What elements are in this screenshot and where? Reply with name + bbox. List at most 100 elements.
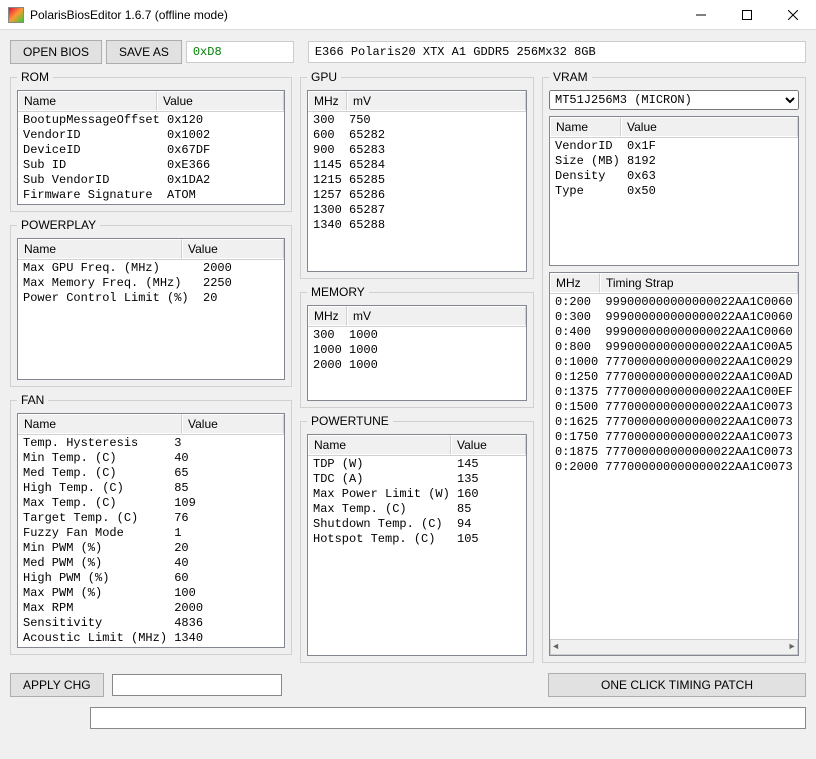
rom-list[interactable]: Name Value BootupMessageOffset 0x120Vend… bbox=[17, 90, 285, 205]
col-header[interactable]: Timing Strap bbox=[600, 273, 798, 293]
list-item[interactable]: 900 65283 bbox=[308, 143, 526, 158]
list-item[interactable]: High PWM (%) 60 bbox=[18, 571, 284, 586]
list-item[interactable]: 0:1750 777000000000000022AA1C0073 bbox=[550, 430, 798, 445]
hex-field[interactable]: 0xD8 bbox=[186, 41, 294, 63]
list-item[interactable]: Acoustic Limit (MHz) 1340 bbox=[18, 631, 284, 646]
col-header[interactable]: Value bbox=[621, 117, 798, 137]
list-item[interactable]: 300 750 bbox=[308, 113, 526, 128]
list-item[interactable]: VendorID 0x1002 bbox=[18, 128, 284, 143]
list-item[interactable]: Max Memory Freq. (MHz) 2250 bbox=[18, 276, 284, 291]
list-item[interactable]: 0:200 999000000000000022AA1C0060 bbox=[550, 295, 798, 310]
list-item[interactable]: 0:1875 777000000000000022AA1C0073 bbox=[550, 445, 798, 460]
list-item[interactable]: Max RPM 2000 bbox=[18, 601, 284, 616]
col-header[interactable]: mV bbox=[347, 91, 526, 111]
col-header[interactable]: MHz bbox=[550, 273, 600, 293]
list-item[interactable]: BootupMessageOffset 0x120 bbox=[18, 113, 284, 128]
horizontal-scrollbar[interactable]: ◄► bbox=[550, 639, 798, 655]
vram-legend: VRAM bbox=[549, 70, 592, 84]
list-item[interactable]: 1340 65288 bbox=[308, 218, 526, 233]
list-item[interactable]: 0:2000 777000000000000022AA1C0073 bbox=[550, 460, 798, 475]
status-text-field[interactable] bbox=[90, 707, 806, 729]
list-item[interactable]: 1000 1000 bbox=[308, 343, 526, 358]
list-item[interactable]: 1145 65284 bbox=[308, 158, 526, 173]
open-bios-button[interactable]: OPEN BIOS bbox=[10, 40, 102, 64]
list-item[interactable]: DeviceID 0x67DF bbox=[18, 143, 284, 158]
list-item[interactable]: Med PWM (%) 40 bbox=[18, 556, 284, 571]
list-item[interactable]: 600 65282 bbox=[308, 128, 526, 143]
list-item[interactable]: Temp. Hysteresis 3 bbox=[18, 436, 284, 451]
timing-list[interactable]: MHz Timing Strap 0:200 99900000000000002… bbox=[549, 272, 799, 656]
gpu-list[interactable]: MHz mV 300 750600 65282900 652831145 652… bbox=[307, 90, 527, 272]
list-item[interactable]: Min PWM (%) 20 bbox=[18, 541, 284, 556]
list-item[interactable]: Max Temp. (C) 85 bbox=[308, 502, 526, 517]
list-item[interactable]: High Temp. (C) 85 bbox=[18, 481, 284, 496]
col-header[interactable]: Value bbox=[182, 239, 284, 259]
col-header[interactable]: Value bbox=[182, 414, 284, 434]
col-header[interactable]: MHz bbox=[308, 91, 347, 111]
list-item[interactable]: Density 0x63 bbox=[550, 169, 798, 184]
col-header[interactable]: Name bbox=[550, 117, 621, 137]
fan-list[interactable]: Name Value Temp. Hysteresis 3Min Temp. (… bbox=[17, 413, 285, 648]
vram-group: VRAM MT51J256M3 (MICRON) Name Value Vend… bbox=[542, 70, 806, 663]
col-header[interactable]: Value bbox=[157, 91, 284, 111]
maximize-button[interactable] bbox=[724, 0, 770, 30]
close-button[interactable] bbox=[770, 0, 816, 30]
list-item[interactable]: Min Temp. (C) 40 bbox=[18, 451, 284, 466]
list-item[interactable]: 1300 65287 bbox=[308, 203, 526, 218]
list-item[interactable]: 0:1250 777000000000000022AA1C00AD bbox=[550, 370, 798, 385]
col-header[interactable]: MHz bbox=[308, 306, 347, 326]
list-item[interactable]: 0:1375 777000000000000022AA1C00EF bbox=[550, 385, 798, 400]
one-click-timing-button[interactable]: ONE CLICK TIMING PATCH bbox=[548, 673, 806, 697]
memory-list[interactable]: MHz mV 300 10001000 10002000 1000 bbox=[307, 305, 527, 401]
description-field[interactable]: E366 Polaris20 XTX A1 GDDR5 256Mx32 8GB bbox=[308, 41, 806, 63]
col-header[interactable]: Name bbox=[18, 91, 157, 111]
list-item[interactable]: Sub VendorID 0x1DA2 bbox=[18, 173, 284, 188]
powertune-legend: POWERTUNE bbox=[307, 414, 393, 428]
list-item[interactable]: Max PWM (%) 100 bbox=[18, 586, 284, 601]
list-item[interactable]: Max Power Limit (W) 160 bbox=[308, 487, 526, 502]
list-item[interactable]: Size (MB) 8192 bbox=[550, 154, 798, 169]
list-item[interactable]: 1257 65286 bbox=[308, 188, 526, 203]
powertune-list[interactable]: Name Value TDP (W) 145TDC (A) 135Max Pow… bbox=[307, 434, 527, 656]
save-as-button[interactable]: SAVE AS bbox=[106, 40, 182, 64]
list-item[interactable]: 0:800 999000000000000022AA1C00A5 bbox=[550, 340, 798, 355]
apply-text-field[interactable] bbox=[112, 674, 282, 696]
list-item[interactable]: Fuzzy Fan Mode 1 bbox=[18, 526, 284, 541]
list-item[interactable]: Sub ID 0xE366 bbox=[18, 158, 284, 173]
list-item[interactable]: 0:300 999000000000000022AA1C0060 bbox=[550, 310, 798, 325]
list-item[interactable]: Sensitivity 4836 bbox=[18, 616, 284, 631]
list-item[interactable]: Max GPU Freq. (MHz) 2000 bbox=[18, 261, 284, 276]
powerplay-list[interactable]: Name Value Max GPU Freq. (MHz) 2000Max M… bbox=[17, 238, 285, 380]
list-item[interactable]: Med Temp. (C) 65 bbox=[18, 466, 284, 481]
list-item[interactable]: 0:1000 777000000000000022AA1C0029 bbox=[550, 355, 798, 370]
vram-list[interactable]: Name Value VendorID 0x1FSize (MB) 8192De… bbox=[549, 116, 799, 266]
list-item[interactable]: TDP (W) 145 bbox=[308, 457, 526, 472]
list-item[interactable]: TDC (A) 135 bbox=[308, 472, 526, 487]
fan-group: FAN Name Value Temp. Hysteresis 3Min Tem… bbox=[10, 393, 292, 655]
apply-chg-button[interactable]: APPLY CHG bbox=[10, 673, 104, 697]
list-item[interactable]: Target Temp. (C) 76 bbox=[18, 511, 284, 526]
minimize-button[interactable] bbox=[678, 0, 724, 30]
list-item[interactable]: Hotspot Temp. (C) 105 bbox=[308, 532, 526, 547]
memory-group: MEMORY MHz mV 300 10001000 10002000 1000 bbox=[300, 285, 534, 408]
list-item[interactable]: 0:400 999000000000000022AA1C0060 bbox=[550, 325, 798, 340]
vram-select[interactable]: MT51J256M3 (MICRON) bbox=[549, 90, 799, 110]
list-item[interactable]: Firmware Signature ATOM bbox=[18, 188, 284, 203]
list-item[interactable]: Type 0x50 bbox=[550, 184, 798, 199]
col-header[interactable]: Name bbox=[18, 239, 182, 259]
col-header[interactable]: Name bbox=[18, 414, 182, 434]
list-item[interactable]: Shutdown Temp. (C) 94 bbox=[308, 517, 526, 532]
list-item[interactable]: 0:1625 777000000000000022AA1C0073 bbox=[550, 415, 798, 430]
list-item[interactable]: 1215 65285 bbox=[308, 173, 526, 188]
list-item[interactable]: 2000 1000 bbox=[308, 358, 526, 373]
col-header[interactable]: Value bbox=[451, 435, 526, 455]
list-item[interactable]: Power Control Limit (%) 20 bbox=[18, 291, 284, 306]
list-item[interactable]: VendorID 0x1F bbox=[550, 139, 798, 154]
list-item[interactable]: Max Temp. (C) 109 bbox=[18, 496, 284, 511]
list-item[interactable]: 0:1500 777000000000000022AA1C0073 bbox=[550, 400, 798, 415]
col-header[interactable]: Name bbox=[308, 435, 451, 455]
window-title: PolarisBiosEditor 1.6.7 (offline mode) bbox=[30, 8, 678, 22]
list-item[interactable]: 300 1000 bbox=[308, 328, 526, 343]
gpu-legend: GPU bbox=[307, 70, 341, 84]
col-header[interactable]: mV bbox=[347, 306, 526, 326]
